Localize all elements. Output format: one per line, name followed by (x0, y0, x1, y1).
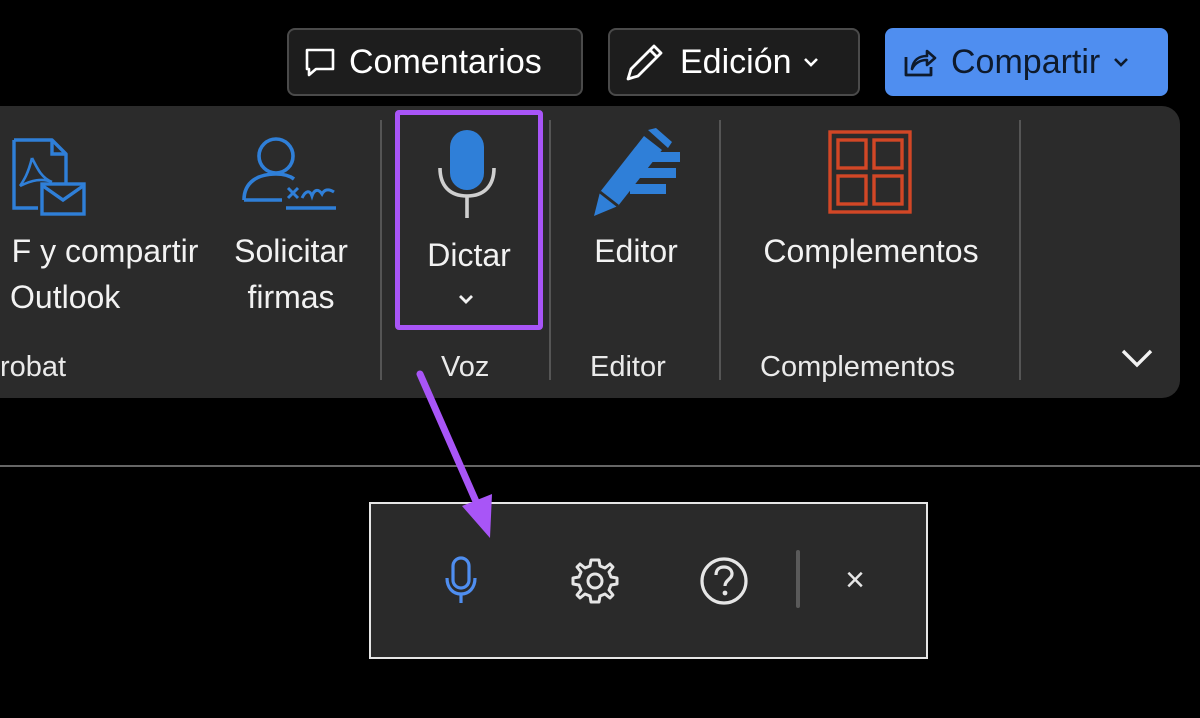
toolbar-separator (796, 550, 800, 608)
addins-label[interactable]: Complementos (740, 228, 1002, 274)
editor-label[interactable]: Editor (568, 228, 704, 274)
gear-icon[interactable] (570, 556, 620, 606)
chevron-down-icon (1114, 58, 1129, 67)
group-label-acrobat: robat (0, 351, 67, 383)
share-icon (904, 49, 937, 77)
group-label-addins: Complementos (760, 351, 956, 383)
request-signatures-line2: firmas (247, 279, 335, 315)
pdf-share-outlook-label[interactable]: F y compartir Outlook (0, 228, 210, 320)
ribbon-group-separator (1019, 120, 1021, 380)
close-icon: × (845, 560, 865, 599)
comments-button[interactable]: Comentarios (287, 28, 583, 96)
editing-mode-label: Edición (680, 42, 792, 81)
chevron-down-icon (803, 58, 818, 67)
ribbon-group-separator (719, 120, 721, 380)
share-button[interactable]: Compartir (885, 28, 1168, 96)
editor-pen-icon[interactable] (588, 126, 684, 220)
help-icon[interactable] (698, 555, 750, 607)
document-divider-line (0, 465, 1200, 467)
group-label-voice: Voz (441, 351, 490, 383)
request-signatures-label[interactable]: Solicitar firmas (218, 228, 364, 320)
pencil-icon (626, 44, 663, 81)
share-label: Compartir (951, 42, 1101, 81)
microphone-icon[interactable] (444, 556, 478, 606)
pdf-share-label-line1: F y compartir (11, 233, 199, 269)
request-signatures-line1: Solicitar (234, 233, 348, 269)
expand-ribbon-chevron-icon[interactable] (1118, 346, 1156, 370)
dictate-highlight-box (395, 110, 543, 330)
addins-grid-icon[interactable] (828, 130, 912, 214)
ribbon-group-separator (549, 120, 551, 380)
group-label-editor: Editor (590, 351, 666, 383)
comments-label: Comentarios (349, 42, 542, 81)
ribbon-group-separator (380, 120, 382, 380)
pdf-mail-icon[interactable] (8, 136, 90, 220)
comment-icon (305, 48, 335, 77)
request-signature-icon[interactable] (240, 132, 340, 218)
pdf-share-label-line2: Outlook (10, 279, 121, 315)
editing-mode-button[interactable]: Edición (608, 28, 860, 96)
close-button[interactable]: × (838, 558, 872, 602)
